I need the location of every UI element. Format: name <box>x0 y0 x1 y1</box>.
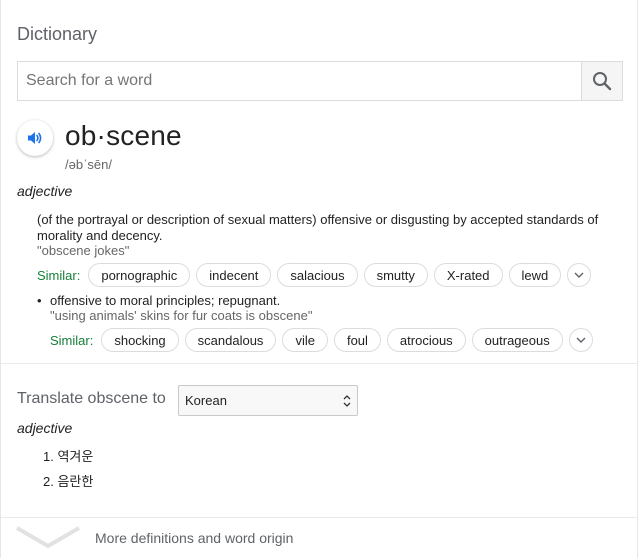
definition-1: (of the portrayal or description of sexu… <box>37 212 599 243</box>
pronunciation-button[interactable] <box>17 120 53 156</box>
similar-row-1: Similar: pornographic indecent salacious… <box>37 262 592 288</box>
similar-chip[interactable]: indecent <box>196 263 272 287</box>
expand-chevron-icon[interactable] <box>15 524 81 550</box>
similar-chip[interactable]: smutty <box>363 263 428 287</box>
similar-chip[interactable]: X-rated <box>433 263 503 287</box>
divider <box>1 363 638 364</box>
language-select[interactable]: Korean <box>178 385 358 416</box>
more-definitions-link[interactable]: More definitions and word origin <box>95 530 293 546</box>
search-input[interactable] <box>18 62 581 100</box>
similar-chip[interactable]: vile <box>282 328 328 352</box>
part-of-speech: adjective <box>17 183 73 199</box>
similar-label: Similar: <box>50 332 94 348</box>
headword: ob·scene <box>65 120 182 151</box>
similar-label: Similar: <box>37 267 81 283</box>
translation-item: 2. 음란한 <box>43 474 94 489</box>
phonetic: /əbˈsēn/ <box>65 157 112 172</box>
similar-chip[interactable]: shocking <box>101 328 179 352</box>
chevron-down-icon <box>574 272 584 278</box>
divider <box>1 517 638 518</box>
translation-item: 1. 역겨운 <box>43 449 94 464</box>
search-icon <box>593 72 612 91</box>
similar-chip[interactable]: pornographic <box>88 263 191 287</box>
example-2: "using animals' skins for fur coats is o… <box>50 308 313 323</box>
bullet: • <box>37 293 42 308</box>
similar-chip[interactable]: outrageous <box>471 328 563 352</box>
language-selected: Korean <box>185 393 227 408</box>
dictionary-card: Dictionary ob·scene /əbˈsēn/ adjective (… <box>0 0 638 558</box>
similar-chip[interactable]: scandalous <box>184 328 277 352</box>
chevron-down-icon <box>576 337 586 343</box>
search-box <box>17 61 623 101</box>
speaker-icon <box>28 132 42 144</box>
translate-part-of-speech: adjective <box>17 420 73 436</box>
search-button[interactable] <box>581 62 622 100</box>
more-similar-button[interactable] <box>567 263 592 287</box>
translate-label: Translate obscene to <box>17 390 166 407</box>
select-arrows-icon <box>343 395 351 407</box>
more-similar-button[interactable] <box>568 328 593 352</box>
example-1: "obscene jokes" <box>37 243 130 258</box>
similar-chip[interactable]: lewd <box>508 263 562 287</box>
similar-chip[interactable]: foul <box>333 328 381 352</box>
definition-2: offensive to moral principles; repugnant… <box>50 293 281 308</box>
dictionary-title: Dictionary <box>17 24 98 44</box>
similar-chip[interactable]: salacious <box>277 263 358 287</box>
similar-row-2: Similar: shocking scandalous vile foul a… <box>50 327 593 353</box>
similar-chip[interactable]: atrocious <box>386 328 466 352</box>
